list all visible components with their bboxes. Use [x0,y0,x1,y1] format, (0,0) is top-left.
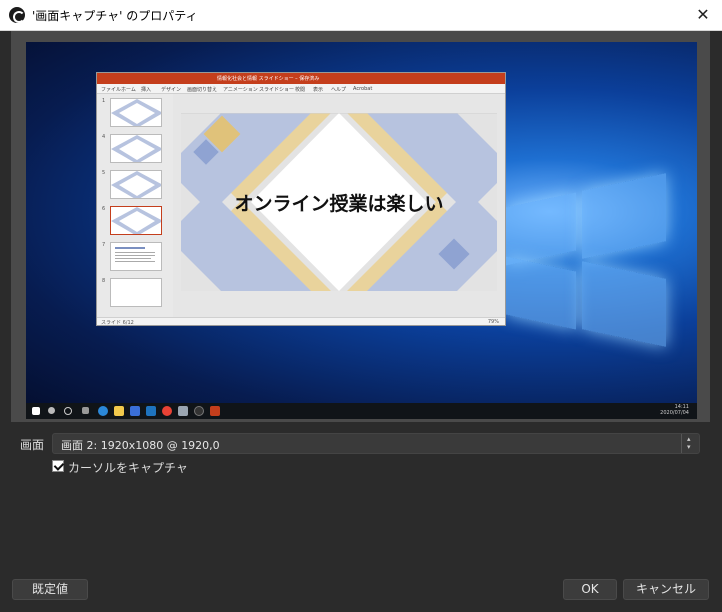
thumb-pattern [111,135,161,162]
search-icon [48,407,55,414]
taskbar-clock: 14:11 2020/07/04 [660,404,689,416]
capture-preview: 情報化社会と情報 スライドショー – 保存済み ファイル ホーム 挿入 デザイン… [11,31,710,422]
obs-app-icon [9,7,25,23]
slide-thumbnail-active[interactable] [110,206,162,235]
slide-number: 6 [102,206,106,212]
close-button[interactable]: ✕ [692,5,714,25]
cancel-button[interactable]: キャンセル [623,579,709,600]
ppt-tab: Acrobat [353,86,373,92]
display-select-value: 画面 2: 1920x1080 @ 1920,0 [61,439,220,452]
ppt-tab: スライドショー [259,87,295,93]
windows-logo-wallpaper [506,152,676,347]
capture-cursor-label: カーソルをキャプチャ [68,461,188,475]
slide-number: 5 [102,170,106,176]
title-bar: '画面キャプチャ' のプロパティ ✕ [0,0,722,31]
start-icon [32,407,40,415]
slide-thumbnail[interactable] [110,278,162,307]
obs-taskbar-icon [194,406,204,416]
ppt-current-slide: オンライン授業は楽しい [181,113,497,291]
chrome-icon [162,406,172,416]
clock-date: 2020/07/04 [660,410,689,416]
edge-icon [98,406,108,416]
slide-thumbnail[interactable] [110,134,162,163]
ppt-tab: デザイン [161,87,182,93]
slide-number: 4 [102,134,106,140]
ppt-zoom: 79% [487,319,499,325]
ppt-titlebar: 情報化社会と情報 スライドショー – 保存済み [97,73,505,84]
store-icon [130,406,140,416]
slide-number: 7 [102,242,106,248]
powerpoint-window: 情報化社会と情報 スライドショー – 保存済み ファイル ホーム 挿入 デザイン… [96,72,506,326]
select-arrows-icon[interactable]: ▴ ▾ [681,434,699,453]
defaults-button[interactable]: 既定値 [12,579,88,600]
slide-title: オンライン授業は楽しい [234,193,444,215]
ppt-tab: ファイル [101,87,122,93]
photos-icon [178,406,188,416]
powerpoint-icon [210,406,220,416]
ppt-tab: 表示 [313,87,324,93]
slide-thumbnail[interactable] [110,98,162,127]
ppt-slide-counter: スライド 6/12 [101,320,134,326]
slide-number: 8 [102,278,106,284]
ppt-tab: 画面切り替え [187,87,218,93]
desktop-preview: 情報化社会と情報 スライドショー – 保存済み ファイル ホーム 挿入 デザイン… [26,42,697,419]
ppt-title: 情報化社会と情報 スライドショー – 保存済み [217,76,320,82]
ppt-tab: 校閲 [295,87,306,93]
windows-taskbar: 14:11 2020/07/04 [26,403,697,419]
thumb-pattern [111,99,161,126]
thumb-pattern [111,207,161,234]
taskview-icon [82,407,89,414]
ppt-statusbar: スライド 6/12 79% [97,317,505,326]
ppt-ribbon: ファイル ホーム 挿入 デザイン 画面切り替え アニメーション スライドショー … [97,84,505,94]
explorer-icon [114,406,124,416]
ppt-tab: アニメーション [223,87,258,93]
ppt-tab: ヘルプ [331,87,347,93]
ppt-tab: ホーム [121,87,136,93]
slide-thumbnail[interactable] [110,170,162,199]
ok-button[interactable]: OK [563,579,617,600]
slide-thumbnail[interactable] [110,242,162,271]
cortana-icon [64,407,72,415]
display-select[interactable]: 画面 2: 1920x1080 @ 1920,0 ▴ ▾ [52,433,700,454]
mail-icon [146,406,156,416]
ppt-thumbnail-pane: 1 4 5 6 7 8 [97,94,173,319]
thumb-text-lines [115,247,155,262]
slide-number: 1 [102,98,106,104]
display-label: 画面 [20,438,45,452]
ppt-tab: 挿入 [141,87,152,93]
capture-cursor-checkbox[interactable] [52,460,64,472]
window-title: '画面キャプチャ' のプロパティ [32,9,198,23]
thumb-pattern [111,171,161,198]
